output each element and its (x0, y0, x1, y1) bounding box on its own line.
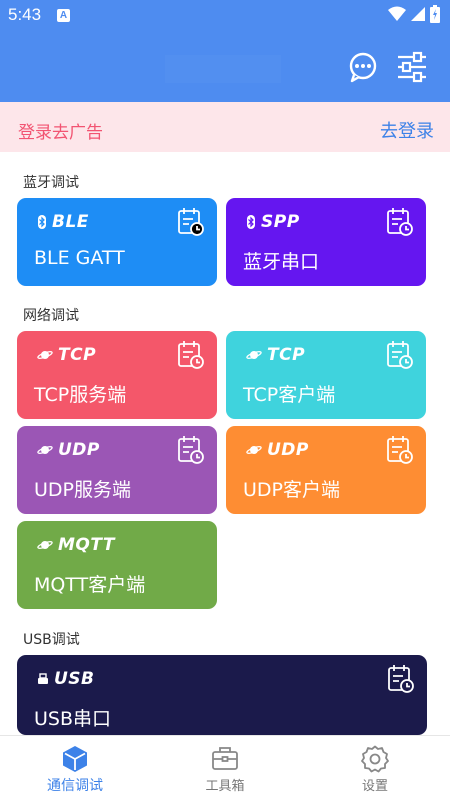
section-title-usb: USB调试 (23, 632, 80, 648)
card-mqtt-client[interactable]: MQTT MQTT客户端 (17, 521, 217, 609)
login-link[interactable]: 去登录 (380, 117, 434, 143)
nav-item-toolbox[interactable]: 工具箱 (150, 736, 300, 800)
planet-icon (37, 446, 53, 454)
toolbox-icon (212, 747, 238, 770)
card-label: TCP服务端 (34, 384, 127, 406)
chat-icon[interactable] (346, 50, 380, 84)
card-tag: UDP (37, 440, 100, 460)
card-label: UDP服务端 (34, 479, 131, 501)
card-tag-text: MQTT (58, 535, 115, 555)
card-label: UDP客户端 (243, 479, 340, 501)
app-title (165, 55, 281, 83)
app-bar (0, 30, 450, 102)
calendar-clock-icon (387, 208, 413, 236)
status-bar: 5:43 A (0, 0, 450, 30)
usb-icon (38, 673, 48, 684)
cube-icon (63, 746, 87, 772)
status-time: 5:43 (8, 5, 42, 24)
nav-label: 设置 (361, 779, 388, 794)
card-udp-client[interactable]: UDP UDP客户端 (226, 426, 426, 514)
gear-icon (361, 745, 389, 773)
calendar-clock-icon (178, 341, 204, 369)
card-tag: BLE (37, 212, 89, 232)
remove-ads-text: 登录去广告 (18, 123, 103, 143)
bluetooth-icon (247, 215, 255, 229)
filter-settings-icon[interactable] (395, 50, 429, 84)
wifi-icon (388, 6, 406, 21)
card-tag: TCP (37, 345, 96, 365)
card-label: BLE GATT (34, 247, 125, 269)
nav-label: 通信调试 (47, 778, 103, 794)
ad-banner: 登录去广告 去登录 (0, 102, 450, 152)
card-tag-text: TCP (58, 345, 97, 365)
nav-label: 工具箱 (205, 779, 245, 794)
card-tcp-client[interactable]: TCP TCP客户端 (226, 331, 426, 419)
card-tag-text: BLE (52, 212, 89, 232)
calendar-clock-icon (178, 436, 204, 464)
section-title-network: 网络调试 (23, 308, 79, 324)
card-udp-server[interactable]: UDP UDP服务端 (17, 426, 217, 514)
card-tag-text: TCP (267, 345, 306, 365)
calendar-clock-icon (387, 436, 413, 464)
planet-icon (246, 351, 262, 359)
card-tag: UDP (246, 440, 309, 460)
planet-icon (37, 351, 53, 359)
card-label: MQTT客户端 (34, 574, 146, 596)
bottom-nav: 通信调试 工具箱 设置 (0, 735, 450, 800)
card-tag-text: SPP (261, 212, 300, 232)
card-tag-text: UDP (267, 440, 309, 460)
card-label: TCP客户端 (243, 384, 336, 406)
card-spp[interactable]: SPP 蓝牙串口 (226, 198, 426, 286)
card-tcp-server[interactable]: TCP TCP服务端 (17, 331, 217, 419)
card-tag: SPP (246, 212, 300, 232)
battery-icon (430, 5, 440, 23)
status-icons (388, 5, 440, 23)
card-label: 蓝牙串口 (243, 251, 320, 273)
bluetooth-icon (38, 215, 46, 229)
card-tag: TCP (246, 345, 305, 365)
notification-badge: A (57, 9, 70, 22)
planet-icon (246, 446, 262, 454)
card-tag: USB (37, 669, 95, 689)
nav-item-settings[interactable]: 设置 (300, 736, 450, 800)
planet-icon (37, 541, 53, 549)
card-tag-text: USB (54, 669, 95, 689)
nav-item-comm-debug[interactable]: 通信调试 (0, 736, 150, 800)
card-label: USB串口 (34, 708, 112, 730)
card-usb-serial[interactable]: USB USB串口 (17, 655, 427, 735)
calendar-clock-icon (178, 208, 204, 236)
card-ble-gatt[interactable]: BLE BLE GATT (17, 198, 217, 286)
card-tag: MQTT (37, 535, 115, 555)
calendar-clock-icon (387, 341, 413, 369)
section-title-bluetooth: 蓝牙调试 (23, 175, 79, 191)
calendar-clock-icon (388, 665, 414, 693)
card-tag-text: UDP (58, 440, 100, 460)
signal-icon (411, 7, 425, 21)
